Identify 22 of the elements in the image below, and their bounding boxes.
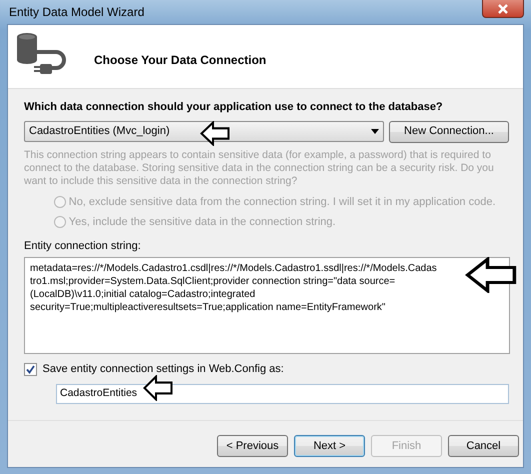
arrow-icon: [200, 121, 230, 146]
caret-icon: [370, 128, 378, 134]
page-heading: Choose Your Data Connection: [94, 52, 266, 68]
warning-text: This connection string appears to contain sensitive data (for example, a password) that is required to connect to the database. Storing sensitive data in the connection string can be a security risk. Do you want to include this sensitive data in the connection string?: [24, 148, 495, 188]
new-connection-button[interactable]: New Connection...: [389, 120, 509, 142]
connection-string-box[interactable]: metadata=res://*/Models.Cadastro1.csdl|res://*/Models.Cadastro1.ssdl|res://*/Models.Cadastro1.msl;provider=System.Data.SqlClient;provider connection string="data source=(LocalDB)\v11.0;initial catalog=Cadastro;integrated security=True;multipleactiveresultsets=True;application name=EntityFramework": [24, 257, 510, 354]
wizard-button[interactable]: < Previous: [217, 435, 288, 457]
arrow-icon: [465, 257, 517, 293]
connection-dropdown[interactable]: CadastroEntities (Mvc_login): [24, 120, 384, 142]
save-checkbox[interactable]: [24, 362, 37, 376]
arrow-icon: [143, 375, 173, 401]
question-label: Which data connection should your application use to connect to the database?: [24, 100, 444, 115]
radio-label: Yes, include the sensitive data in the connection string.: [68, 215, 336, 230]
window-title: Entity Data Model Wizard: [8, 4, 144, 21]
config-name-field[interactable]: CadastroEntities: [56, 384, 509, 404]
wizard-button[interactable]: Cancel: [448, 435, 519, 457]
close-icon: [497, 4, 509, 14]
wizard-button[interactable]: Next >: [294, 435, 365, 457]
close-button[interactable]: [482, 0, 524, 18]
entity-label: Entity connection string:: [24, 238, 142, 254]
save-label: Save entity connection settings in Web.Config as:: [42, 362, 284, 377]
radio-label: No, exclude sensitive data from the connection string. I will set it in my application code.: [68, 194, 496, 210]
